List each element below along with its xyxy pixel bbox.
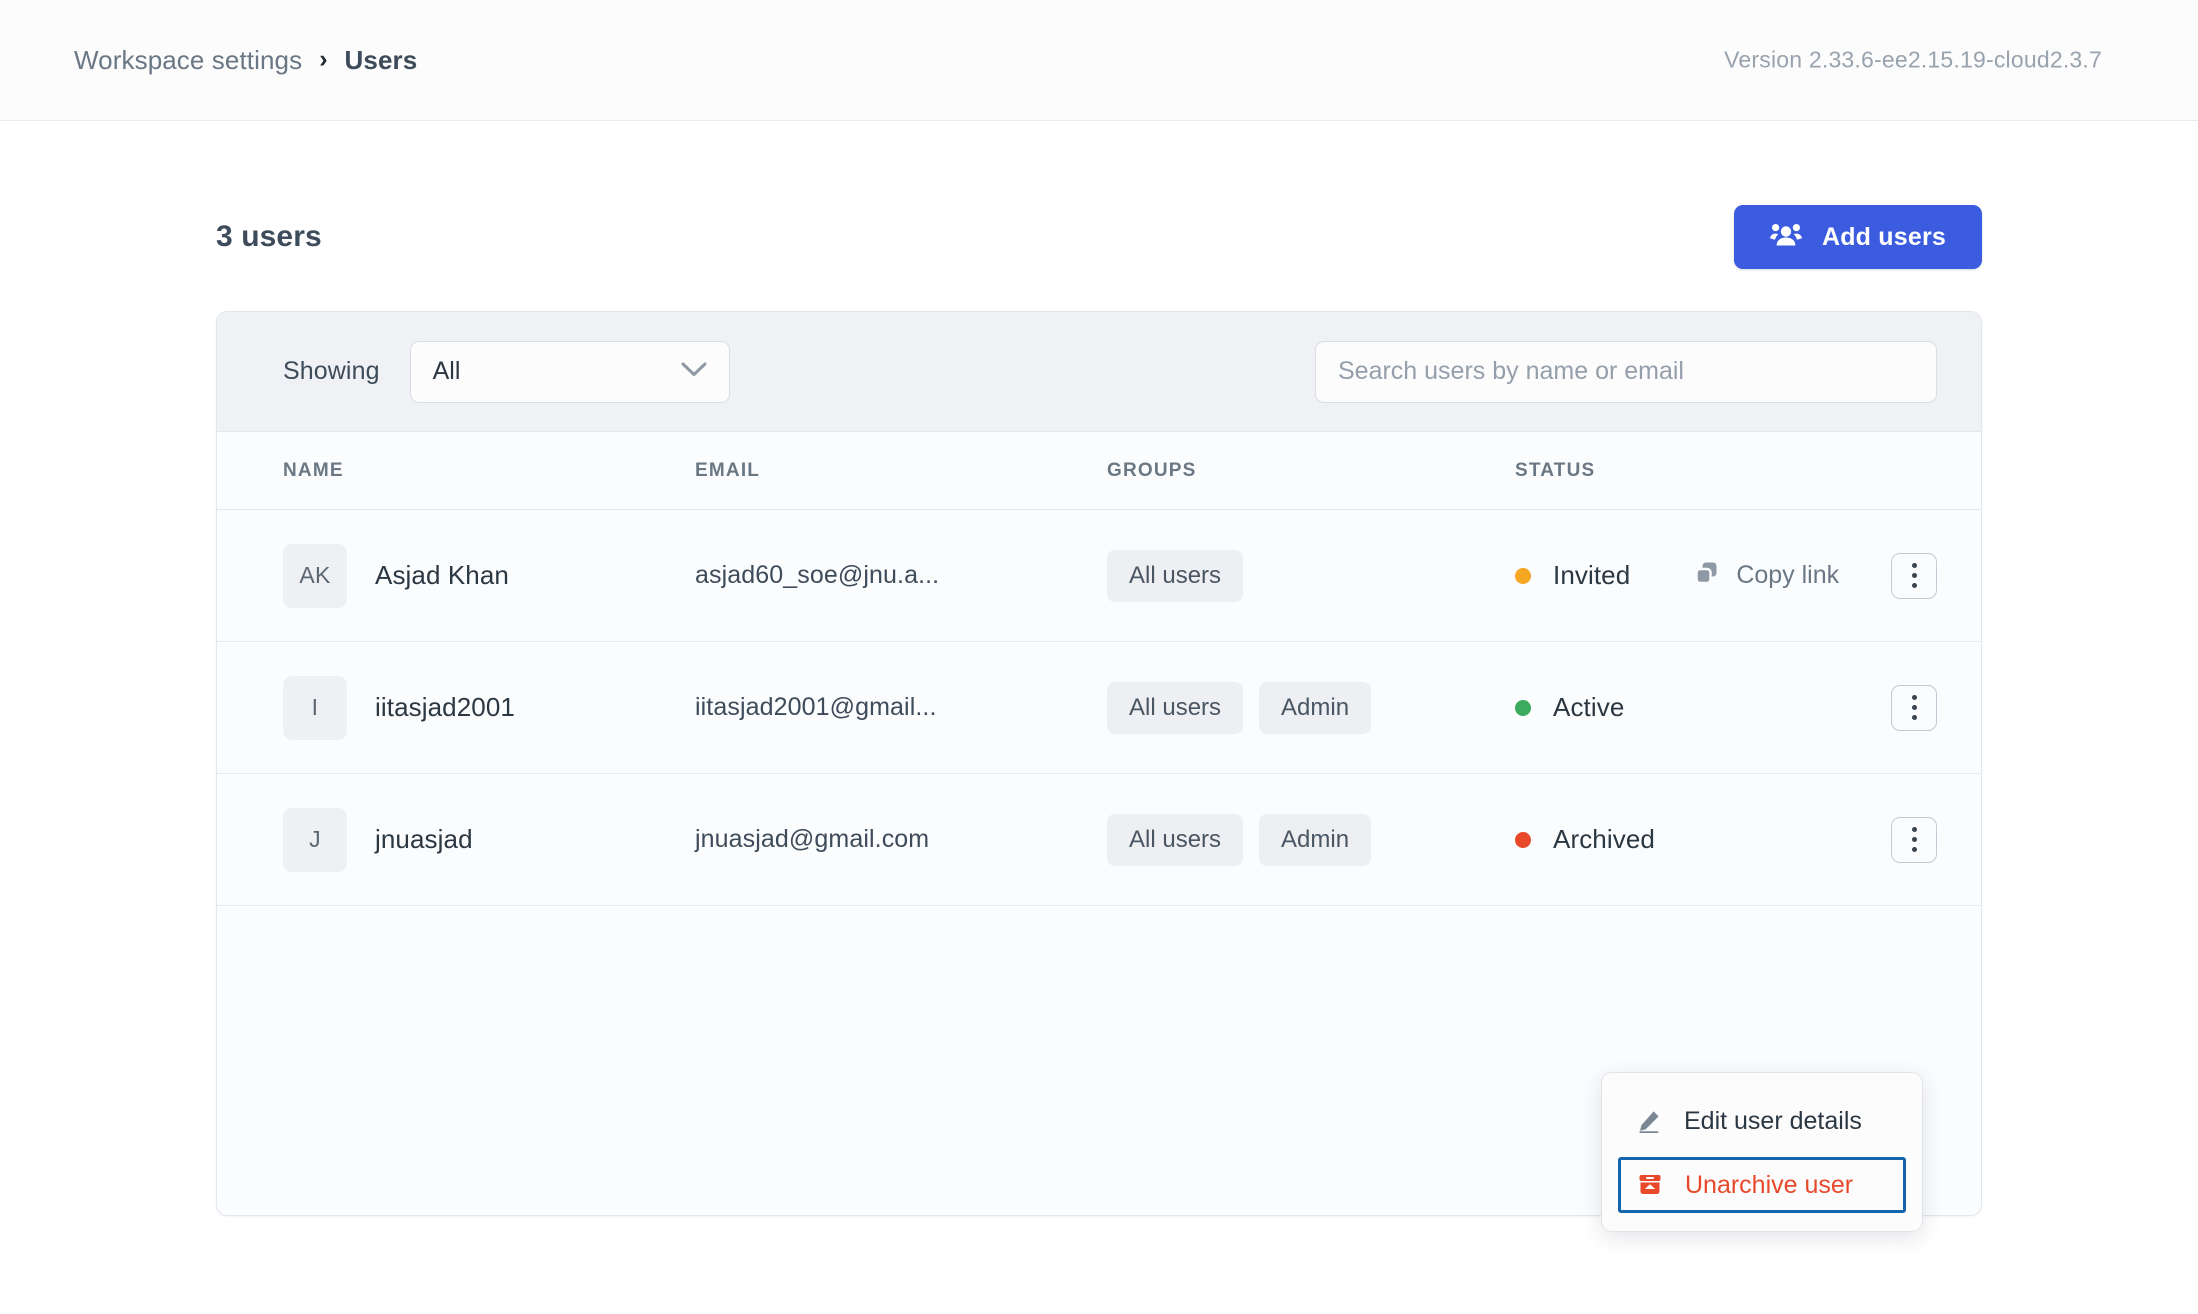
- showing-label: Showing: [283, 357, 380, 385]
- kebab-dot: [1911, 573, 1917, 578]
- page-content: 3 users Add users Showing All Search use…: [0, 121, 2198, 1232]
- user-name-cell: I iitasjad2001: [283, 675, 695, 740]
- users-card: Showing All NAME EMAIL GROUPS STATUS: [216, 311, 1982, 1232]
- table-row: I iitasjad2001 iitasjad2001@gmail... All…: [217, 642, 1981, 774]
- kebab-dot: [1911, 837, 1917, 842]
- copy-link-label: Copy link: [1736, 561, 1840, 589]
- group-chip: Admin: [1259, 813, 1372, 866]
- add-users-button[interactable]: Add users: [1733, 205, 1982, 269]
- breadcrumb: Workspace settings › Users: [74, 45, 417, 76]
- chevron-down-icon: [681, 361, 707, 382]
- filter-bar: Showing All: [217, 312, 1981, 432]
- status-dot: [1515, 567, 1531, 584]
- table-header-row: NAME EMAIL GROUPS STATUS: [217, 432, 1981, 510]
- row-menu-button[interactable]: [1891, 552, 1937, 599]
- status-badge: Invited: [1553, 560, 1631, 590]
- showing-select[interactable]: All: [409, 340, 730, 403]
- menu-item-label: Unarchive user: [1685, 1171, 1854, 1199]
- group-chip: All users: [1107, 681, 1244, 734]
- copy-icon: [1694, 560, 1720, 591]
- column-header-name: NAME: [283, 459, 344, 481]
- top-bar: Workspace settings › Users Version 2.33.…: [0, 0, 2198, 121]
- user-status-cell: Archived: [1515, 824, 1937, 855]
- page-header: 3 users Add users: [216, 121, 1982, 269]
- avatar: J: [283, 807, 347, 872]
- table-row: AK Asjad Khan asjad60_soe@jnu.a... All u…: [217, 510, 1981, 642]
- user-name-cell: J jnuasjad: [283, 807, 695, 872]
- user-status-cell: Active: [1515, 692, 1937, 723]
- page-title: 3 users: [216, 220, 322, 253]
- group-chip: All users: [1107, 813, 1244, 866]
- pencil-icon: [1634, 1108, 1664, 1134]
- breadcrumb-link-workspace-settings[interactable]: Workspace settings: [74, 45, 302, 76]
- filter-left-group: Showing All: [283, 340, 730, 403]
- user-name: iitasjad2001: [375, 692, 515, 722]
- group-chip: Admin: [1259, 681, 1372, 734]
- user-email: asjad60_soe@jnu.a...: [695, 561, 940, 589]
- kebab-dot: [1911, 827, 1917, 832]
- status-dot: [1515, 699, 1531, 716]
- avatar: AK: [283, 543, 347, 608]
- column-header-email: EMAIL: [695, 459, 761, 481]
- kebab-dot: [1911, 715, 1917, 720]
- users-table: NAME EMAIL GROUPS STATUS AK Asjad Khan a…: [217, 432, 1981, 906]
- menu-item-label: Edit user details: [1684, 1107, 1862, 1135]
- showing-select-value: All: [432, 357, 461, 385]
- status-badge: Archived: [1553, 824, 1655, 854]
- status-badge: Active: [1553, 692, 1625, 722]
- table-row: J jnuasjad jnuasjad@gmail.com All users …: [217, 774, 1981, 906]
- user-name: jnuasjad: [375, 824, 473, 854]
- user-groups: All users Admin: [1107, 681, 1515, 734]
- user-name: Asjad Khan: [375, 560, 509, 590]
- version-label: Version 2.33.6-ee2.15.19-cloud2.3.7: [1724, 46, 2102, 73]
- menu-item-edit-user-details[interactable]: Edit user details: [1602, 1091, 1922, 1151]
- column-header-groups: GROUPS: [1107, 459, 1197, 481]
- row-context-menu: Edit user details Unarchive user: [1601, 1072, 1923, 1232]
- user-groups: All users: [1107, 549, 1515, 602]
- user-groups: All users Admin: [1107, 813, 1515, 866]
- kebab-dot: [1911, 695, 1917, 700]
- kebab-dot: [1911, 563, 1917, 568]
- status-dot: [1515, 831, 1531, 848]
- user-email: jnuasjad@gmail.com: [695, 825, 930, 853]
- user-status-cell: Invited Copy link: [1515, 560, 1937, 591]
- people-group-icon: [1769, 221, 1802, 254]
- unarchive-icon: [1635, 1172, 1665, 1198]
- add-users-label: Add users: [1821, 222, 1946, 251]
- kebab-dot: [1911, 583, 1917, 588]
- chevron-right-icon: ›: [319, 44, 328, 73]
- user-email: iitasjad2001@gmail...: [695, 693, 937, 721]
- breadcrumb-current-users: Users: [344, 44, 418, 75]
- column-header-status: STATUS: [1515, 459, 1596, 481]
- avatar: I: [283, 675, 347, 740]
- group-chip: All users: [1107, 549, 1244, 602]
- menu-item-unarchive-user[interactable]: Unarchive user: [1618, 1157, 1906, 1213]
- row-menu-button[interactable]: [1891, 684, 1937, 731]
- kebab-dot: [1911, 705, 1917, 710]
- row-menu-button[interactable]: [1891, 816, 1937, 863]
- search-input[interactable]: [1315, 340, 1937, 403]
- kebab-dot: [1911, 847, 1917, 852]
- user-name-cell: AK Asjad Khan: [283, 543, 695, 608]
- copy-link-button[interactable]: Copy link: [1694, 560, 1839, 591]
